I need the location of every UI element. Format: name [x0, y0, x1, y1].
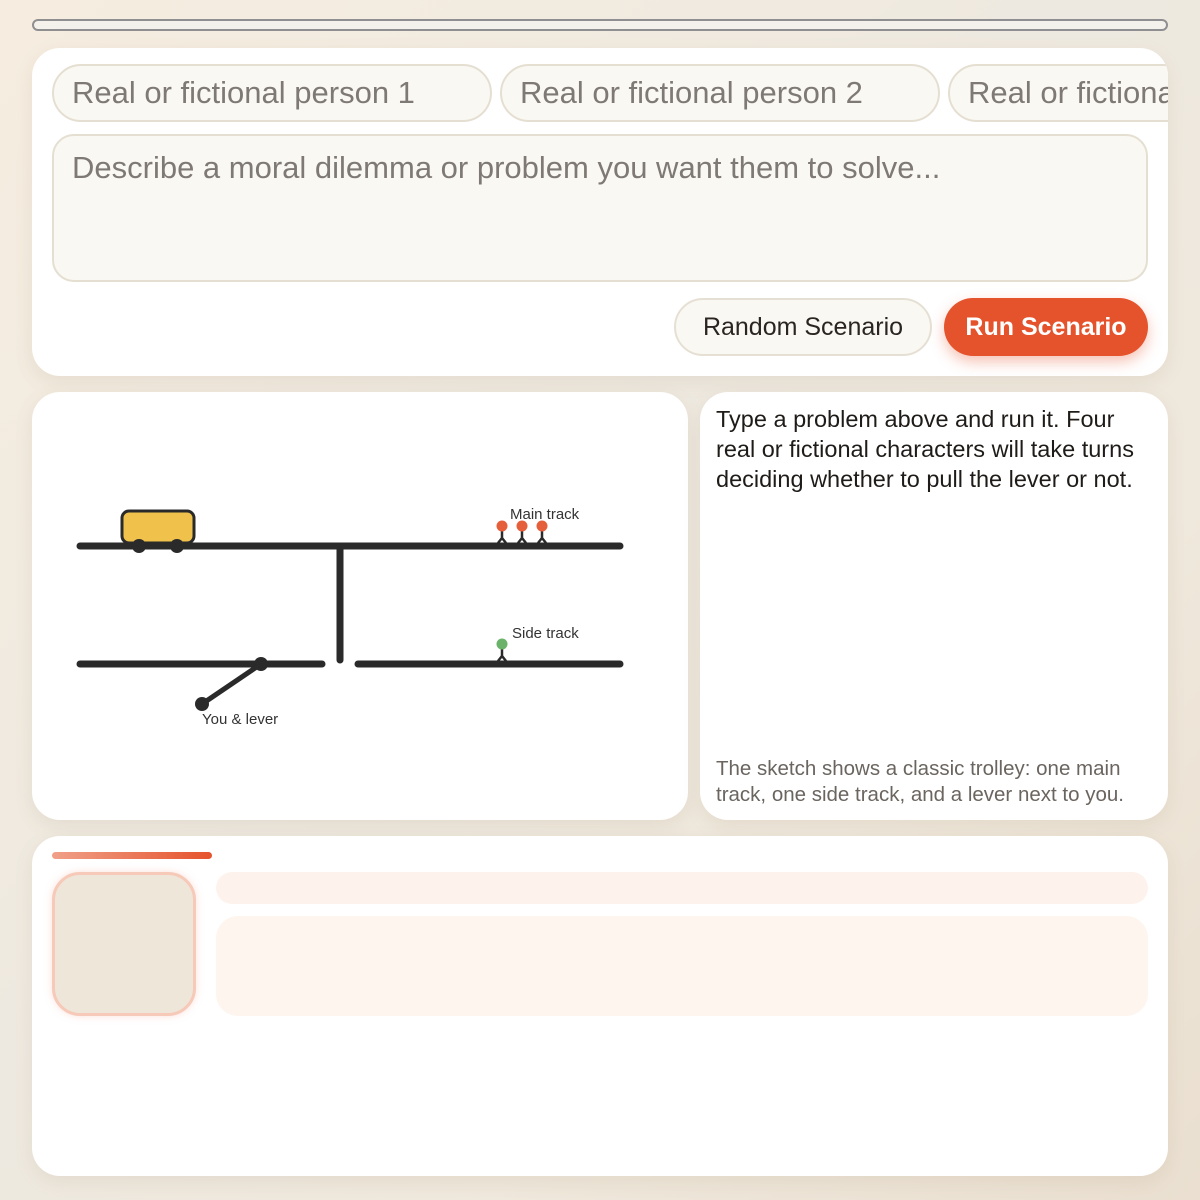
- sketch-note-text: The sketch shows a classic trolley: one …: [716, 757, 1124, 806]
- trolley-sketch: Main track Side track You & lever: [76, 506, 624, 728]
- character-response-skeleton: [216, 916, 1148, 1016]
- dilemma-textarea[interactable]: [52, 134, 1148, 282]
- turn-progress-bar: [52, 852, 212, 859]
- person-on-track: [496, 520, 508, 544]
- main-track-people: [496, 520, 548, 544]
- run-scenario-button[interactable]: Run Scenario: [944, 298, 1148, 356]
- trolley-body: [120, 509, 196, 545]
- lever-knob: [195, 697, 209, 711]
- scenario-input-panel: Random Scenario Run Scenario: [32, 48, 1168, 376]
- person-on-track: [536, 520, 548, 544]
- trolley-sketch-panel: Main track Side track You & lever: [32, 392, 688, 820]
- main-track-label: Main track: [510, 506, 580, 523]
- person-3-input[interactable]: [948, 64, 1168, 122]
- person-2-input[interactable]: [500, 64, 940, 122]
- character-name-skeleton: [216, 872, 1148, 904]
- person-1-input[interactable]: [52, 64, 492, 122]
- random-scenario-button[interactable]: Random Scenario: [674, 298, 932, 356]
- side-track-people: [496, 638, 508, 662]
- instructions-text: Type a problem above and run it. Four re…: [716, 406, 1134, 492]
- person-on-track: [496, 638, 508, 662]
- side-track-label: Side track: [512, 625, 579, 642]
- trolley-wheel: [132, 539, 146, 553]
- lever-label: You & lever: [202, 711, 278, 728]
- person-on-track: [516, 520, 528, 544]
- results-panel: [32, 836, 1168, 1176]
- lever-pivot: [254, 657, 268, 671]
- top-progress-bar: [32, 19, 1168, 31]
- lever-handle: [200, 661, 263, 707]
- character-avatar-placeholder: [52, 872, 196, 1016]
- info-panel: Type a problem above and run it. Four re…: [700, 392, 1168, 820]
- trolley-wheel: [170, 539, 184, 553]
